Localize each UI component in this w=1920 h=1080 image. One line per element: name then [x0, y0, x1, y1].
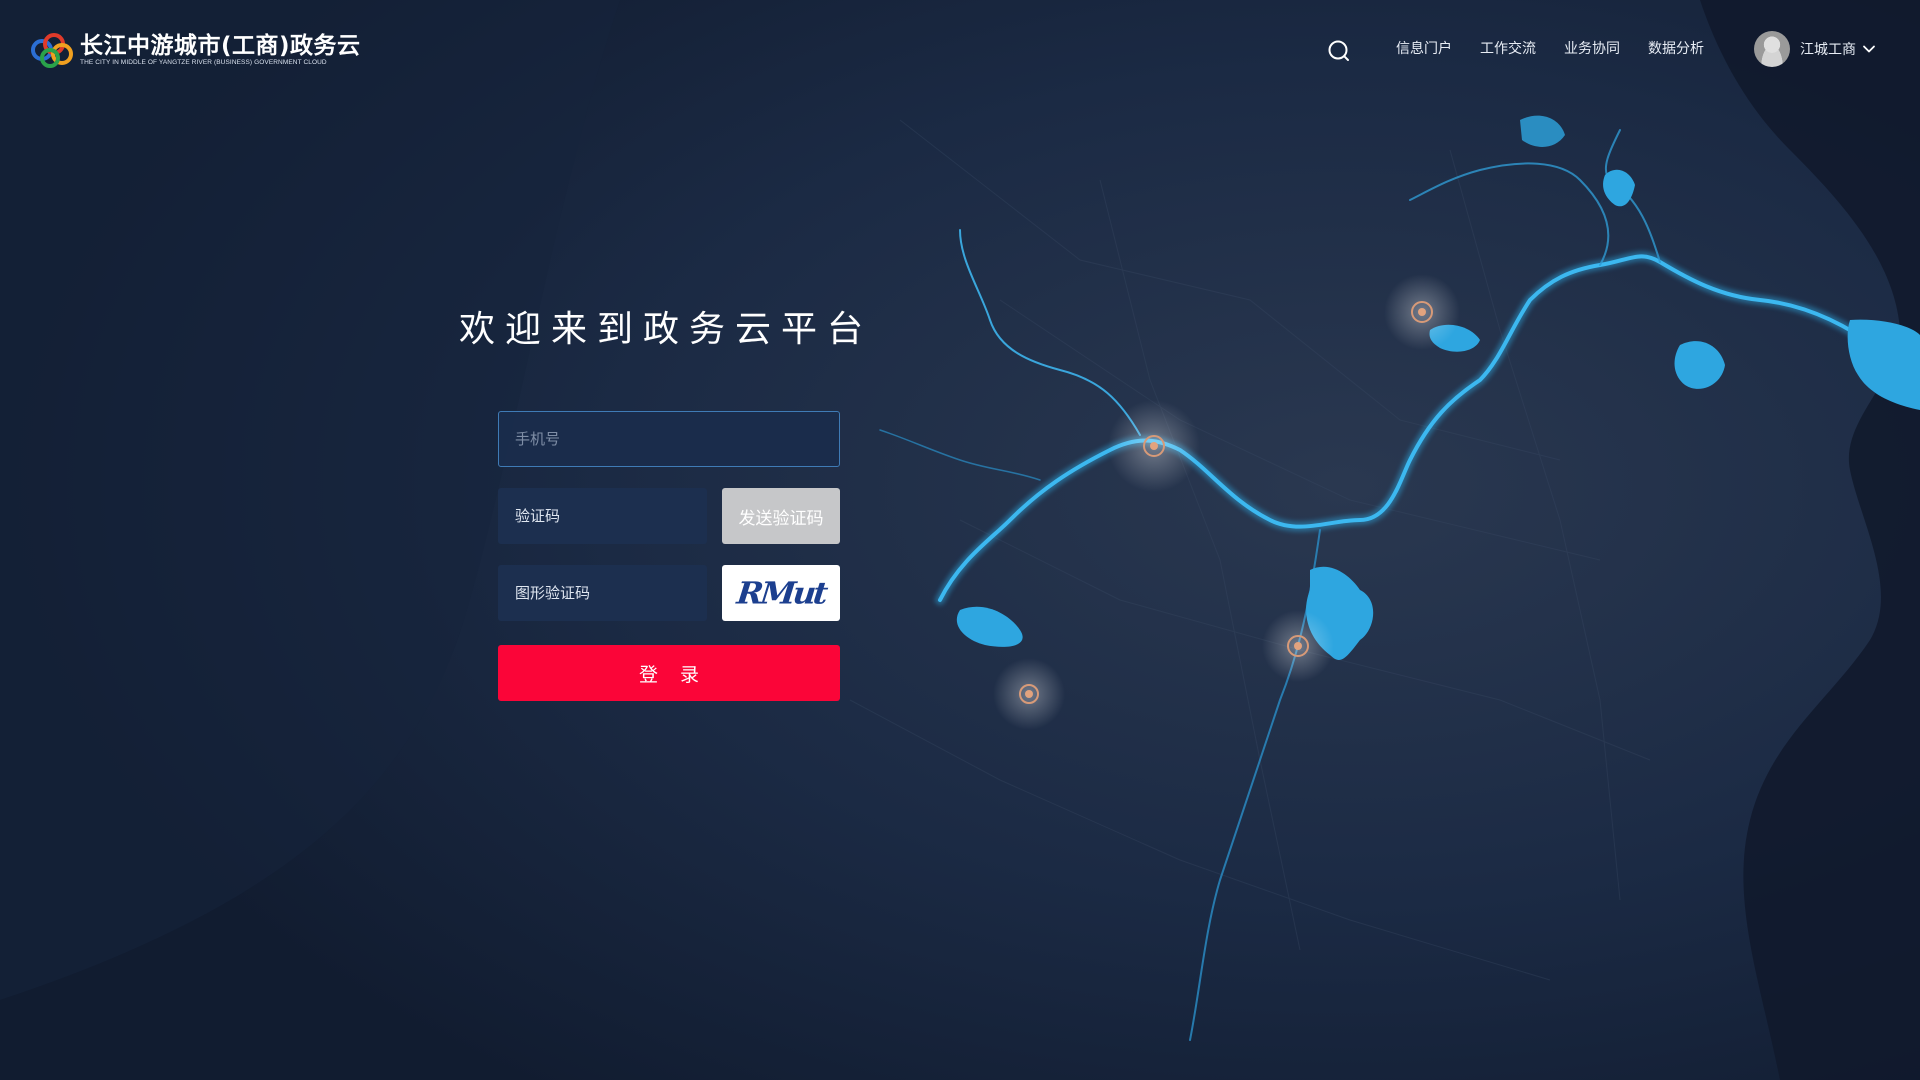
nav-item-data-analysis[interactable]: 数据分析 [1648, 38, 1704, 60]
welcome-title: 欢迎来到政务云平台 [459, 309, 874, 350]
logo-title: 长江中游城市(工商)政务云 [80, 33, 361, 59]
login-button[interactable]: 登 录 [498, 645, 840, 701]
logo-subtitle: THE CITY IN MIDDLE OF YANGTZE RIVER (BUS… [80, 59, 327, 66]
verification-code-input[interactable] [498, 488, 707, 544]
top-header: 长江中游城市(工商)政务云 THE CITY IN MIDDLE OF YANG… [0, 0, 1920, 100]
nav-item-work-exchange[interactable]: 工作交流 [1480, 38, 1536, 60]
user-menu[interactable]: 江城工商 [1754, 31, 1876, 67]
main-nav: 信息门户 工作交流 业务协同 数据分析 [1396, 38, 1732, 60]
nav-item-info-portal[interactable]: 信息门户 [1396, 38, 1452, 60]
logo-mark-icon [31, 33, 73, 68]
logo[interactable]: 长江中游城市(工商)政务云 THE CITY IN MIDDLE OF YANG… [28, 30, 361, 70]
chevron-down-icon [1863, 45, 1875, 53]
send-code-button[interactable]: 发送验证码 [722, 488, 840, 544]
captcha-image[interactable]: RMut [722, 565, 840, 621]
background-map [0, 0, 1920, 1080]
phone-input[interactable] [498, 411, 840, 467]
avatar-icon [1754, 31, 1790, 67]
captcha-text: RMut [735, 574, 827, 612]
captcha-input[interactable] [498, 565, 707, 621]
user-name: 江城工商 [1800, 42, 1856, 58]
nav-item-business-collab[interactable]: 业务协同 [1564, 38, 1620, 60]
search-icon[interactable] [1326, 38, 1352, 64]
